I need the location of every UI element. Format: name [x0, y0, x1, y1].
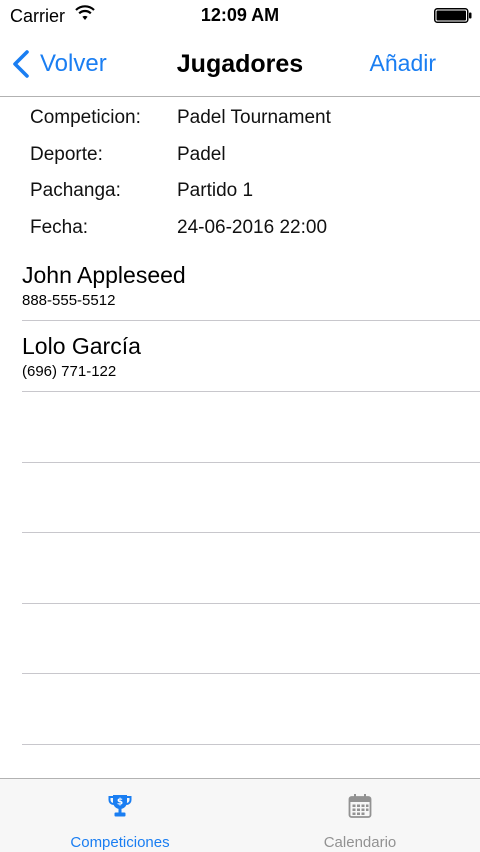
empty-table-row — [0, 604, 480, 675]
empty-table-row — [0, 533, 480, 604]
status-time: 12:09 AM — [200, 5, 280, 25]
svg-text:$: $ — [117, 798, 123, 808]
player-row[interactable]: Lolo García (696) 771-122 — [0, 321, 480, 392]
empty-table-row — [0, 674, 480, 745]
trophy-icon: $ — [108, 795, 132, 817]
detail-label: Fecha: — [30, 216, 89, 238]
player-name: Lolo García — [22, 333, 141, 359]
detail-row-fecha: Fecha: 24-06-2016 22:00 — [0, 210, 480, 247]
player-row[interactable]: John Appleseed 888-555-5512 — [0, 250, 480, 321]
detail-value: 24-06-2016 22:00 — [177, 216, 328, 238]
empty-table-row — [0, 463, 480, 534]
back-button[interactable]: Volver — [10, 46, 107, 82]
detail-label: Deporte: — [30, 143, 103, 165]
tab-bar: $ Competiciones Calendario — [0, 778, 480, 852]
player-phone: 888-555-5512 — [22, 292, 116, 309]
player-phone: (696) 771-122 — [22, 363, 117, 380]
chevron-left-icon — [13, 50, 29, 78]
tab-label: Competiciones — [70, 834, 170, 851]
detail-row-pachanga: Pachanga: Partido 1 — [0, 173, 480, 210]
detail-value: Padel — [177, 143, 226, 165]
player-name: John Appleseed — [22, 262, 186, 288]
battery-icon — [434, 8, 472, 23]
back-label: Volver — [40, 50, 107, 77]
detail-row-deporte: Deporte: Padel — [0, 137, 480, 174]
status-bar: Carrier 12:09 AM — [0, 0, 480, 32]
tab-competiciones[interactable]: $ Competiciones — [0, 779, 240, 852]
match-details: Competicion: Padel Tournament Deporte: P… — [0, 100, 480, 246]
detail-value: Partido 1 — [177, 180, 254, 201]
add-button[interactable]: Añadir — [370, 50, 436, 77]
tab-label: Calendario — [323, 834, 397, 851]
detail-value: Padel Tournament — [177, 107, 331, 128]
players-table: John Appleseed 888-555-5512 Lolo García … — [0, 250, 480, 745]
empty-table-row — [0, 392, 480, 463]
tab-calendario[interactable]: Calendario — [240, 779, 480, 852]
navigation-bar: Volver Jugadores Añadir — [0, 32, 480, 97]
detail-row-competicion: Competicion: Padel Tournament — [0, 100, 480, 137]
detail-label: Pachanga: — [30, 180, 121, 201]
calendar-icon — [348, 794, 372, 818]
detail-label: Competicion: — [30, 107, 141, 128]
